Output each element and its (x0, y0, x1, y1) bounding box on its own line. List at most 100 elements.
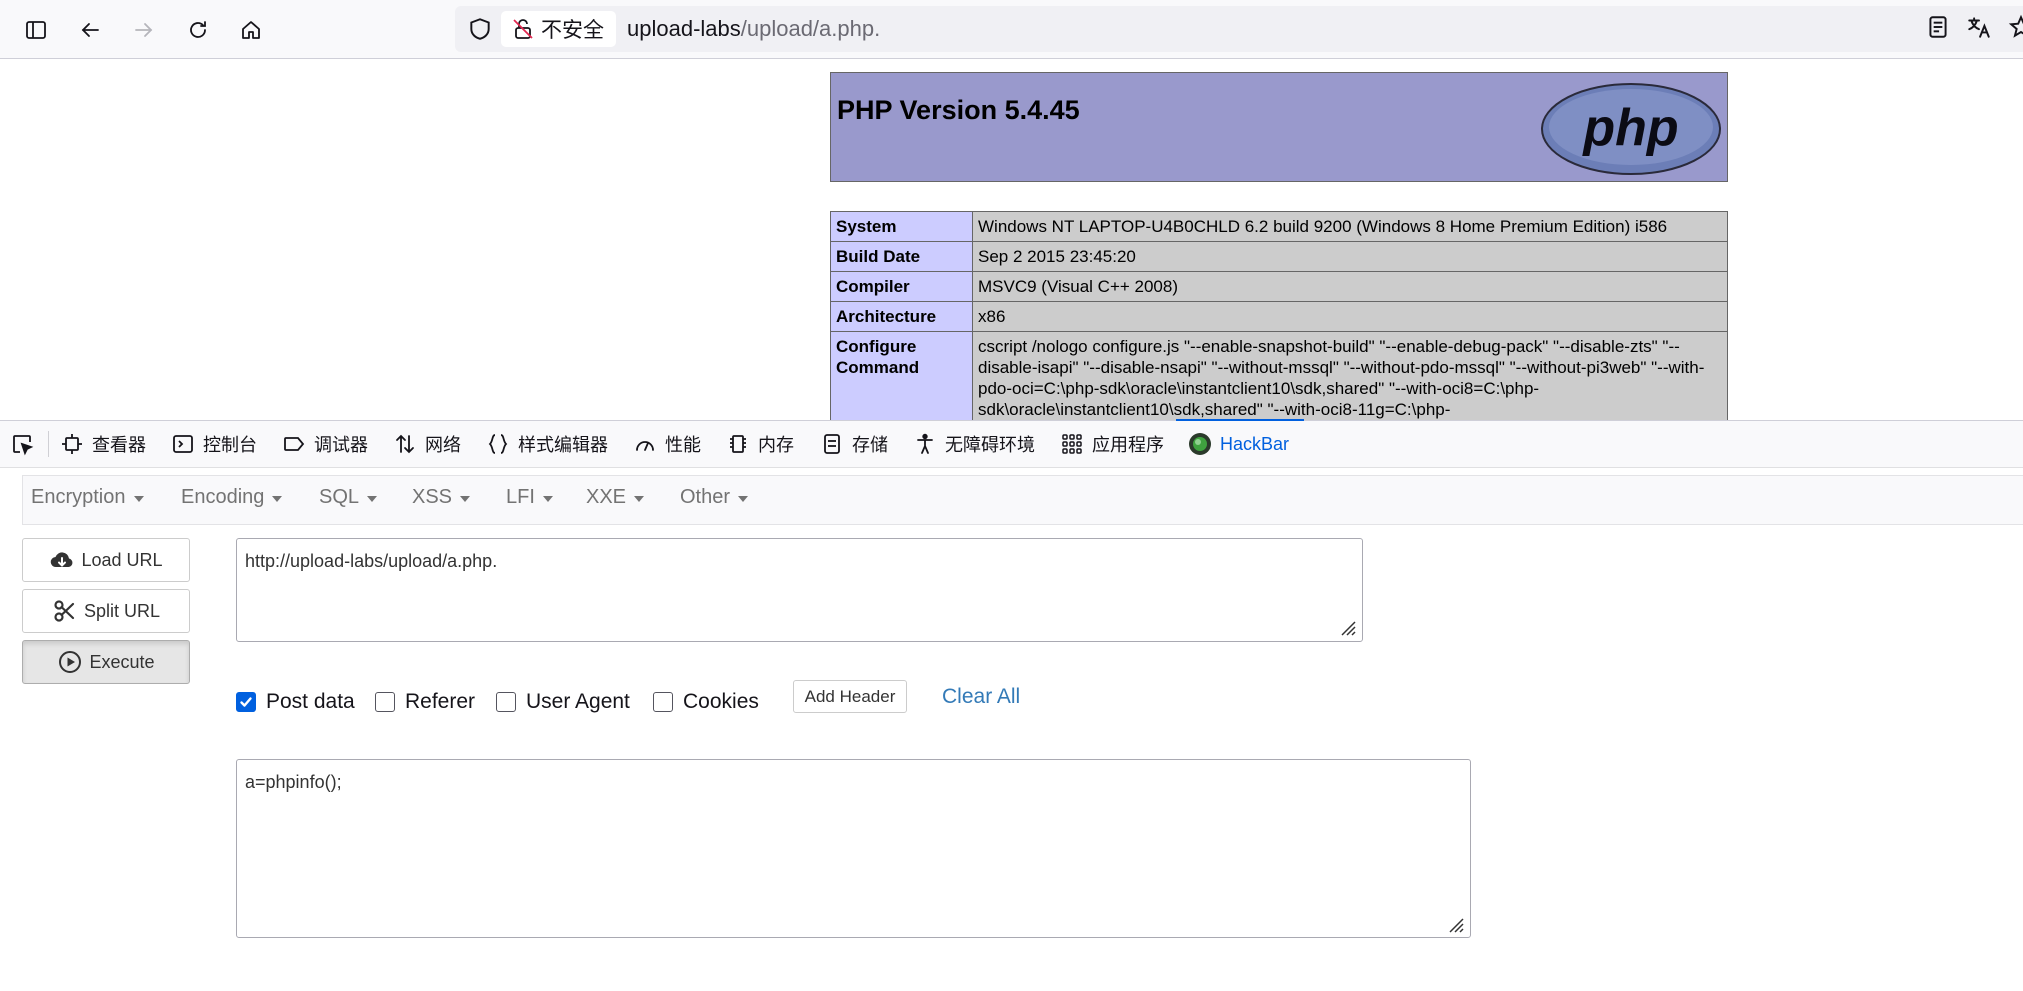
element-picker-icon[interactable] (10, 421, 34, 467)
address-bar[interactable]: 不安全 upload-labs/upload/a.php. (455, 6, 2023, 52)
table-value: Windows NT LAPTOP-U4B0CHLD 6.2 build 920… (972, 211, 1728, 242)
table-key: System (830, 211, 973, 242)
tab-hackbar[interactable]: HackBar (1188, 421, 1289, 467)
url-text[interactable]: upload-labs/upload/a.php. (627, 16, 880, 42)
table-value: MSVC9 (Visual C++ 2008) (972, 271, 1728, 302)
tab-network[interactable]: 网络 (393, 421, 461, 467)
svg-text:php: php (1581, 99, 1678, 157)
menu-label: LFI (506, 486, 535, 508)
cookies-checkbox[interactable]: Cookies (653, 690, 759, 714)
play-circle-icon (59, 651, 82, 673)
tab-storage[interactable]: 存储 (820, 421, 888, 467)
button-label: Load URL (81, 549, 163, 570)
resize-handle-icon[interactable] (1338, 618, 1356, 636)
phpinfo-header: PHP Version 5.4.45 php (830, 72, 1728, 182)
url-textarea[interactable]: http://upload-labs/upload/a.php. (236, 538, 1363, 642)
tab-label: 无障碍环境 (945, 435, 1035, 455)
tab-performance[interactable]: 性能 (633, 421, 701, 467)
menu-sql[interactable]: SQL (319, 486, 378, 509)
translate-icon[interactable] (1966, 14, 1994, 42)
checkbox-label: Cookies (683, 690, 759, 713)
bookmark-star-icon[interactable] (2008, 14, 2023, 42)
storage-icon (824, 434, 840, 454)
table-row: Build Date Sep 2 2015 23:45:20 (830, 241, 1728, 272)
checkbox-label: Post data (266, 690, 355, 713)
tab-label: 样式编辑器 (518, 435, 608, 455)
caret-down-icon (542, 496, 553, 502)
tab-label: 查看器 (92, 435, 146, 455)
browser-toolbar: 不安全 upload-labs/upload/a.php. (0, 0, 2023, 59)
not-secure-label: 不安全 (541, 19, 604, 42)
tab-label: 应用程序 (1092, 435, 1164, 455)
inspector-icon (62, 434, 82, 454)
tab-console[interactable]: 控制台 (171, 421, 257, 467)
tab-label: HackBar (1220, 433, 1290, 454)
hover-underline (1176, 419, 1304, 421)
checkbox-checked-icon[interactable] (236, 692, 256, 712)
menu-label: XSS (412, 486, 453, 508)
table-key: Compiler (830, 271, 973, 302)
devtools-tab-bar: 查看器 控制台 调试器 网络 样式编辑器 性能 内存 存储 无障碍环境 应用程序… (0, 421, 2023, 468)
menu-encryption[interactable]: Encryption (31, 486, 144, 509)
table-row: Configure Command cscript /nologo config… (830, 331, 1728, 425)
accessibility-icon (917, 433, 933, 454)
php-version-title: PHP Version 5.4.45 (837, 95, 1080, 125)
reload-icon[interactable] (180, 12, 216, 48)
url-host: upload-labs (627, 16, 741, 41)
post-data-checkbox[interactable]: Post data (236, 690, 355, 714)
button-label: Split URL (83, 600, 161, 621)
tab-label: 内存 (758, 435, 794, 455)
menu-label: Encryption (31, 486, 126, 508)
tab-debugger[interactable]: 调试器 (282, 421, 368, 467)
user-agent-checkbox[interactable]: User Agent (496, 690, 630, 714)
caret-down-icon (272, 496, 283, 502)
network-icon (396, 434, 414, 454)
checkbox-icon[interactable] (375, 692, 395, 712)
add-header-button[interactable]: Add Header (793, 680, 907, 713)
application-icon (1062, 434, 1082, 454)
tab-memory[interactable]: 内存 (726, 421, 794, 467)
tab-application[interactable]: 应用程序 (1060, 421, 1164, 467)
sidebar-toggle-icon[interactable] (18, 12, 54, 48)
cloud-download-icon (51, 552, 73, 568)
table-row: Architecture x86 (830, 301, 1728, 332)
split-url-button[interactable]: Split URL (22, 589, 190, 633)
table-key: Configure Command (830, 331, 973, 425)
table-value: Sep 2 2015 23:45:20 (972, 241, 1728, 272)
tab-accessibility[interactable]: 无障碍环境 (913, 421, 1035, 467)
button-label: Execute (89, 651, 155, 672)
checkbox-icon[interactable] (496, 692, 516, 712)
post-body-textarea[interactable]: a=phpinfo(); (236, 759, 1471, 938)
execute-button[interactable]: Execute (22, 640, 190, 684)
tab-label: 网络 (425, 435, 461, 455)
menu-encoding[interactable]: Encoding (181, 486, 283, 509)
divider (48, 431, 49, 457)
menu-other[interactable]: Other (680, 486, 749, 509)
clear-all-link[interactable]: Clear All (942, 685, 1020, 709)
menu-lfi[interactable]: LFI (506, 486, 553, 509)
home-icon[interactable] (233, 12, 269, 48)
checkbox-label: User Agent (526, 690, 630, 713)
back-arrow-icon[interactable] (72, 12, 108, 48)
phpinfo-table: System Windows NT LAPTOP-U4B0CHLD 6.2 bu… (830, 211, 1728, 425)
scissors-icon (54, 600, 75, 622)
table-row: System Windows NT LAPTOP-U4B0CHLD 6.2 bu… (830, 211, 1728, 242)
resize-handle-icon[interactable] (1446, 915, 1464, 933)
not-secure-indicator[interactable]: 不安全 (501, 11, 616, 47)
hackbar-menu-bar: Encryption Encoding SQL XSS LFI XXE Othe… (22, 475, 2023, 525)
tab-label: 调试器 (314, 435, 368, 455)
load-url-button[interactable]: Load URL (22, 538, 190, 582)
debugger-icon (284, 437, 305, 451)
tab-inspector[interactable]: 查看器 (60, 421, 146, 467)
reader-view-icon[interactable] (1925, 14, 1953, 42)
menu-xss[interactable]: XSS (412, 486, 471, 509)
caret-down-icon (460, 496, 471, 502)
checkbox-icon[interactable] (653, 692, 673, 712)
tracking-protection-shield-icon[interactable] (467, 16, 493, 42)
forward-arrow-icon[interactable] (126, 12, 162, 48)
php-logo-icon: php (1541, 83, 1721, 175)
referer-checkbox[interactable]: Referer (375, 690, 475, 714)
tab-style-editor[interactable]: 样式编辑器 (486, 421, 608, 467)
performance-icon (636, 441, 654, 451)
menu-xxe[interactable]: XXE (586, 486, 645, 509)
